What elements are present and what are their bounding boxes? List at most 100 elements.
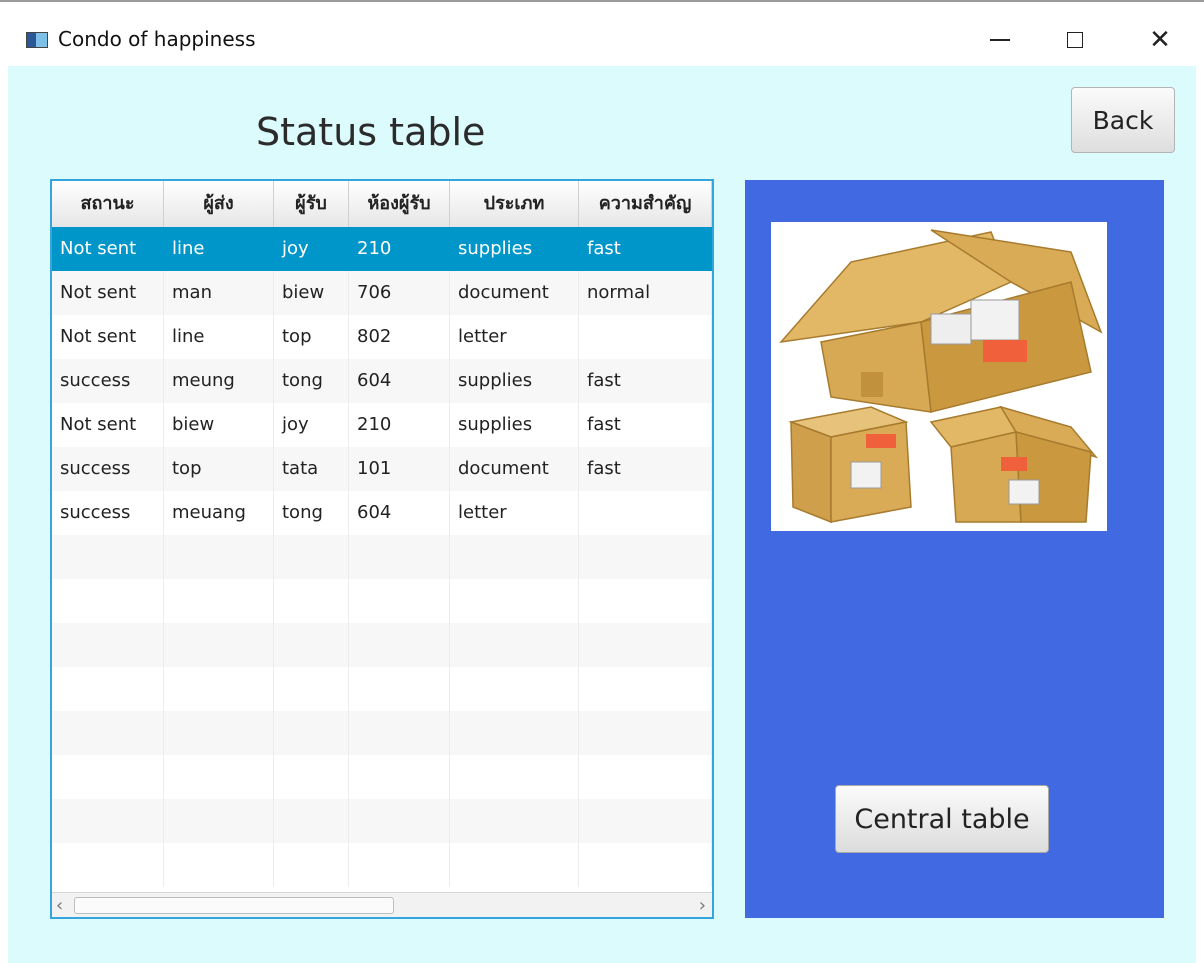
maximize-icon[interactable] (1055, 22, 1095, 58)
table-cell (579, 315, 712, 359)
table-row[interactable] (52, 799, 712, 843)
table-cell: 101 (349, 447, 450, 491)
table-cell: success (52, 447, 164, 491)
table-cell (52, 667, 164, 711)
table-cell (579, 579, 712, 623)
column-header[interactable]: ผู้รับ (274, 181, 349, 227)
table-row[interactable]: Not sent line top 802 letter (52, 315, 712, 359)
table-cell (164, 667, 274, 711)
page-title: Status table (256, 110, 486, 154)
table-row[interactable]: success meuang tong 604 letter (52, 491, 712, 535)
table-row[interactable]: success top tata 101 document fast (52, 447, 712, 491)
table-cell: fast (579, 403, 712, 447)
table-cell: letter (450, 491, 579, 535)
table-cell (349, 755, 450, 799)
table-cell: supplies (450, 359, 579, 403)
table-row[interactable] (52, 755, 712, 799)
table-cell (450, 843, 579, 887)
table-cell (450, 667, 579, 711)
table-cell: document (450, 271, 579, 315)
table-row[interactable] (52, 623, 712, 667)
table-cell: 706 (349, 271, 450, 315)
table-row[interactable]: success meung tong 604 supplies fast (52, 359, 712, 403)
table-cell: success (52, 491, 164, 535)
minimize-icon[interactable] (980, 22, 1020, 58)
table-cell (274, 799, 349, 843)
table-cell (450, 711, 579, 755)
table-cell: meung (164, 359, 274, 403)
table-cell (164, 755, 274, 799)
main-content: Status table Back สถานะ ผู้ส่ง ผู้รับ ห้… (8, 66, 1196, 963)
table-cell (579, 711, 712, 755)
table-cell: biew (274, 271, 349, 315)
table-cell (164, 535, 274, 579)
table-cell: 604 (349, 491, 450, 535)
table-cell (164, 799, 274, 843)
table-cell (579, 491, 712, 535)
horizontal-scrollbar[interactable]: ‹ › (52, 892, 712, 917)
table-cell: document (450, 447, 579, 491)
table-cell (579, 755, 712, 799)
table-cell (274, 755, 349, 799)
table-cell (579, 667, 712, 711)
table-cell (579, 843, 712, 887)
table-row[interactable]: Not sent biew joy 210 supplies fast (52, 403, 712, 447)
table-cell (274, 535, 349, 579)
table-cell (450, 579, 579, 623)
table-cell: fast (579, 227, 712, 271)
table-cell (274, 579, 349, 623)
table-cell (52, 623, 164, 667)
chevron-right-icon[interactable]: › (699, 895, 706, 916)
column-header[interactable]: ประเภท (450, 181, 579, 227)
table-cell (274, 843, 349, 887)
table-cell: tong (274, 359, 349, 403)
table-row[interactable] (52, 667, 712, 711)
table-cell: tata (274, 447, 349, 491)
table-cell (450, 755, 579, 799)
table-cell (52, 579, 164, 623)
scrollbar-thumb[interactable] (74, 897, 394, 914)
table-cell (349, 667, 450, 711)
column-header[interactable]: สถานะ (52, 181, 164, 227)
close-icon[interactable]: ✕ (1140, 22, 1180, 58)
table-cell (164, 711, 274, 755)
table-cell: Not sent (52, 315, 164, 359)
table-cell (450, 799, 579, 843)
table-cell (579, 623, 712, 667)
cardboard-boxes-image (771, 222, 1107, 531)
table-cell: Not sent (52, 403, 164, 447)
table-cell (450, 623, 579, 667)
table-cell: top (164, 447, 274, 491)
status-table[interactable]: สถานะ ผู้ส่ง ผู้รับ ห้องผู้รับ ประเภท คว… (50, 179, 714, 919)
window-title: Condo of happiness (58, 27, 256, 51)
table-cell (349, 623, 450, 667)
table-cell: meuang (164, 491, 274, 535)
table-cell: fast (579, 359, 712, 403)
table-cell (164, 579, 274, 623)
table-cell: line (164, 315, 274, 359)
chevron-left-icon[interactable]: ‹ (56, 895, 63, 916)
table-cell (274, 623, 349, 667)
table-row[interactable] (52, 579, 712, 623)
window-titlebar: Condo of happiness ✕ (0, 0, 1204, 66)
app-window-icon (26, 32, 48, 48)
column-header[interactable]: ห้องผู้รับ (349, 181, 450, 227)
table-cell (52, 843, 164, 887)
table-cell: supplies (450, 403, 579, 447)
table-row[interactable] (52, 535, 712, 579)
central-table-button[interactable]: Central table (835, 785, 1049, 853)
table-cell (349, 799, 450, 843)
column-header[interactable]: ผู้ส่ง (164, 181, 274, 227)
table-row[interactable] (52, 843, 712, 887)
table-cell: letter (450, 315, 579, 359)
table-row[interactable]: Not sent man biew 706 document normal (52, 271, 712, 315)
back-button[interactable]: Back (1071, 87, 1175, 153)
table-header: สถานะ ผู้ส่ง ผู้รับ ห้องผู้รับ ประเภท คว… (52, 181, 712, 228)
table-cell: success (52, 359, 164, 403)
table-row[interactable]: Not sent line joy 210 supplies fast (52, 227, 712, 271)
table-cell (274, 711, 349, 755)
table-cell: 604 (349, 359, 450, 403)
table-cell (450, 535, 579, 579)
table-row[interactable] (52, 711, 712, 755)
column-header[interactable]: ความสำคัญ (579, 181, 712, 227)
